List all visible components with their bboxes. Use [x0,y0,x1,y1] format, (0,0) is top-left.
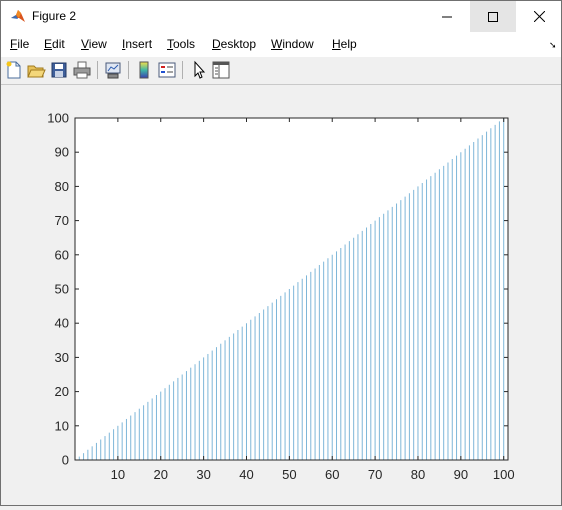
x-tick-label: 70 [368,467,382,482]
y-tick-label: 20 [55,384,69,399]
x-tick-label: 50 [282,467,296,482]
bar-chart[interactable]: 0 10 20 30 40 50 60 70 80 90 100 10 20 30 40 50 60 70 80 90… [1,85,561,505]
menu-insert[interactable]: Insert [122,37,152,51]
menu-view[interactable]: View [81,37,107,51]
y-tick-label: 90 [55,145,69,160]
plot-area [75,118,508,460]
property-inspector-icon[interactable] [211,60,231,80]
edit-plot-arrow-icon[interactable] [189,60,209,80]
figure-window: Figure 2 File Edit View Insert Tools Des… [0,0,562,506]
menu-window[interactable]: Window [271,37,314,51]
y-tick-label: 70 [55,213,69,228]
y-tick-label: 80 [55,179,69,194]
x-tick-label: 80 [411,467,425,482]
y-tick-label: 40 [55,316,69,331]
toolbar-separator [97,61,98,79]
x-tick-label: 40 [239,467,253,482]
matlab-logo-icon [11,10,25,22]
y-tick-label: 10 [55,418,69,433]
print-icon[interactable] [72,60,92,80]
figure-toolbar [1,57,561,85]
dock-figure-icon[interactable]: ➘ [549,40,557,51]
minimize-button[interactable] [424,1,470,32]
toolbar-separator [182,61,183,79]
x-tick-label: 10 [111,467,125,482]
colorbar-icon[interactable] [134,60,154,80]
y-tick-label: 100 [47,111,69,126]
menu-file[interactable]: File [10,37,29,51]
x-tick-label: 20 [154,467,168,482]
x-tick-label: 90 [454,467,468,482]
open-file-icon[interactable] [26,60,46,80]
x-tick-label: 30 [196,467,210,482]
menu-desktop[interactable]: Desktop [212,37,256,51]
toolbar-separator [128,61,129,79]
menu-bar: File Edit View Insert Tools Desktop Wind… [1,32,561,58]
save-icon[interactable] [49,60,69,80]
title-bar[interactable]: Figure 2 [1,1,561,32]
maximize-button[interactable] [470,1,516,32]
figure-canvas[interactable]: 0 10 20 30 40 50 60 70 80 90 100 10 20 30 40 50 60 70 80 90… [1,85,561,505]
menu-tools[interactable]: Tools [167,37,195,51]
x-tick-label: 100 [493,467,515,482]
menu-edit[interactable]: Edit [44,37,65,51]
maximize-icon [488,11,498,22]
y-tick-label: 0 [62,453,69,468]
close-icon [533,11,545,22]
close-button[interactable] [516,1,562,32]
minimize-icon [442,16,452,17]
legend-icon[interactable] [157,60,177,80]
menu-help[interactable]: Help [332,37,357,51]
link-plot-icon[interactable] [103,60,123,80]
x-tick-label: 60 [325,467,339,482]
y-tick-label: 30 [55,350,69,365]
y-tick-label: 50 [55,282,69,297]
window-title: Figure 2 [32,9,77,23]
new-figure-icon[interactable] [4,60,24,80]
y-tick-label: 60 [55,247,69,262]
